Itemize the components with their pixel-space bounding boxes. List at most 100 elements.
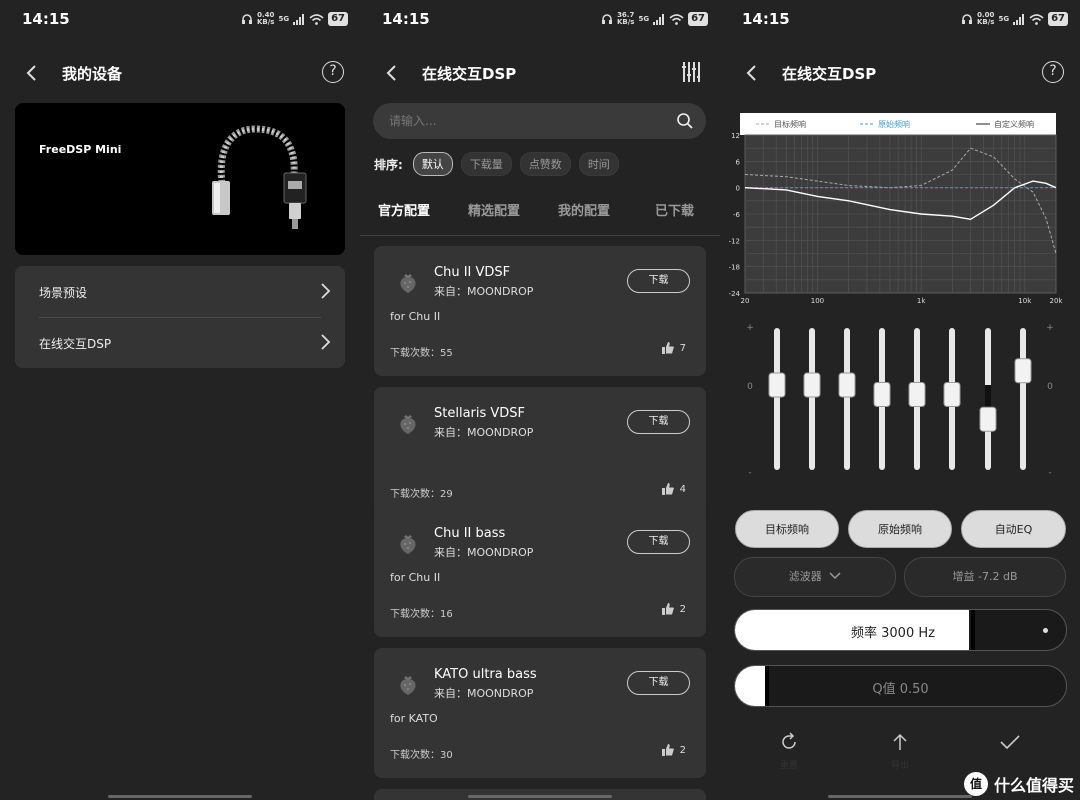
download-button[interactable]: 下载	[627, 530, 690, 554]
reset-button[interactable]: 重置	[769, 732, 809, 771]
config-download-count: 下载次数：29	[390, 489, 453, 500]
export-button[interactable]: 导出	[880, 732, 920, 771]
back-icon[interactable]	[22, 63, 42, 83]
config-name: KATO ultra bass	[434, 667, 537, 682]
help-icon[interactable]: ?	[322, 61, 344, 83]
strawberry-icon	[400, 676, 416, 695]
config-card[interactable]: KATO ultra bass 来自：MOONDROP for KATO 下载次…	[374, 648, 706, 778]
sort-downloads[interactable]: 下载量	[460, 152, 512, 176]
strawberry-icon	[400, 274, 416, 293]
divider	[360, 235, 720, 236]
my-device-screen: 14:15 0.40 KB/s 5G 67 我的设备 ? FreeDSP Mini	[0, 0, 360, 800]
frequency-slider-handle[interactable]	[971, 610, 975, 650]
slider-scale-plus: +	[1046, 323, 1054, 333]
headphones-icon	[601, 14, 612, 24]
eq-band-track	[809, 328, 815, 470]
original-response-button[interactable]: 原始频响	[848, 510, 952, 548]
slider-scale-plus: +	[746, 323, 754, 333]
search-bar	[373, 103, 706, 139]
signal-icon	[293, 13, 305, 25]
menu-item-scene-preset[interactable]: 场景预设	[15, 266, 345, 317]
eq-band-handle[interactable]	[1014, 358, 1032, 384]
config-author: 来自：MOONDROP	[434, 426, 534, 439]
x-tick-label: 1k	[917, 297, 926, 305]
home-indicator[interactable]	[468, 795, 612, 798]
device-name: FreeDSP Mini	[39, 143, 122, 156]
eq-band-handle[interactable]	[908, 382, 926, 407]
eq-band-sliders[interactable]: + 0 - + 0 -	[720, 320, 1080, 480]
download-button[interactable]: 下载	[627, 410, 690, 434]
config-card[interactable]: Stellaris VDSF 来自：MOONDROP 下载次数：29 下载 4	[374, 387, 706, 517]
frequency-slider[interactable]: 频率 3000 Hz	[734, 609, 1067, 651]
eq-band-handle[interactable]	[979, 406, 997, 432]
config-card[interactable]: Chu II VDSF 来自：MOONDROP for Chu II 下载次数：…	[374, 246, 706, 376]
chevron-down-icon	[829, 572, 841, 580]
legend-label: 自定义频响	[994, 119, 1034, 129]
signal-5g-icon: 5G	[998, 14, 1010, 23]
download-button[interactable]: 下载	[627, 671, 690, 695]
sort-time[interactable]: 时间	[578, 152, 619, 176]
config-download-count: 下载次数：16	[390, 609, 453, 620]
search-icon[interactable]	[676, 112, 694, 130]
help-icon[interactable]: ?	[1042, 61, 1064, 83]
chevron-right-icon	[321, 334, 331, 350]
like-count[interactable]: 4	[661, 483, 686, 495]
download-button[interactable]: 下载	[627, 269, 690, 293]
net-speed: 0.40 KB/s	[256, 11, 275, 26]
config-download-count: 下载次数：30	[390, 750, 453, 761]
confirm-button[interactable]	[990, 732, 1030, 758]
search-input[interactable]	[389, 112, 649, 130]
menu-item-online-dsp[interactable]: 在线交互DSP	[15, 317, 345, 368]
frequency-slider-dot	[1043, 628, 1048, 633]
filter-select[interactable]: 滤波器	[734, 557, 896, 597]
tab-featured[interactable]: 精选配置	[468, 200, 520, 219]
status-time: 14:15	[22, 10, 70, 28]
tab-downloaded[interactable]: 已下载	[655, 200, 694, 219]
y-tick-label: 6	[736, 158, 741, 166]
eq-band-handle[interactable]	[768, 372, 786, 398]
config-author: 来自：MOONDROP	[434, 687, 534, 700]
home-indicator[interactable]	[828, 795, 972, 798]
like-count[interactable]: 7	[661, 342, 686, 354]
online-dsp-list-screen: 14:15 36.7KB/s 5G 67 在线交互DSP 排序: 默认 下载量 …	[360, 0, 720, 800]
gain-field[interactable]: 增益 -7.2 dB	[904, 557, 1066, 597]
sort-likes[interactable]: 点赞数	[519, 152, 571, 176]
thumbs-up-icon	[661, 342, 674, 354]
y-tick-label: -6	[733, 211, 741, 219]
home-indicator[interactable]	[108, 795, 252, 798]
y-tick-label: -12	[729, 237, 740, 245]
thumbs-up-icon	[661, 483, 674, 495]
slider-scale-zero: 0	[1047, 382, 1053, 392]
eq-band-track	[1020, 328, 1026, 470]
wifi-icon	[669, 13, 684, 25]
eq-band-handle[interactable]	[803, 372, 821, 398]
watermark-logo: 值	[963, 772, 988, 796]
tab-official[interactable]: 官方配置	[378, 200, 430, 219]
page-title: 在线交互DSP	[422, 65, 517, 83]
auto-eq-button[interactable]: 自动EQ	[961, 510, 1066, 548]
battery-icon: 67	[328, 12, 348, 26]
device-card[interactable]: FreeDSP Mini	[15, 103, 345, 255]
slider-scale-minus: -	[748, 468, 751, 478]
q-slider[interactable]: Q值 0.50	[734, 665, 1067, 707]
config-author: 来自：MOONDROP	[434, 285, 534, 298]
thumbs-up-icon	[661, 744, 674, 756]
target-response-button[interactable]: 目标频响	[735, 510, 839, 548]
eq-band-handle[interactable]	[838, 372, 856, 398]
equalizer-icon[interactable]	[682, 62, 700, 82]
signal-5g-icon: 5G	[278, 14, 290, 23]
back-icon[interactable]	[382, 63, 402, 83]
battery-icon: 67	[1048, 12, 1068, 26]
eq-band-handle[interactable]	[943, 382, 961, 407]
settings-menu: 场景预设 在线交互DSP	[15, 266, 345, 368]
y-tick-label: 12	[731, 132, 740, 140]
watermark-text: 什么值得买	[993, 776, 1074, 795]
config-card[interactable]: Chu II bass 来自：MOONDROP for Chu II 下载次数：…	[374, 507, 706, 637]
sort-default[interactable]: 默认	[412, 152, 453, 176]
config-target: for Chu II	[390, 571, 441, 584]
back-icon[interactable]	[742, 63, 762, 83]
eq-band-handle[interactable]	[873, 382, 891, 407]
like-count[interactable]: 2	[661, 744, 686, 756]
tab-mine[interactable]: 我的配置	[558, 200, 610, 219]
like-count[interactable]: 2	[661, 603, 686, 615]
